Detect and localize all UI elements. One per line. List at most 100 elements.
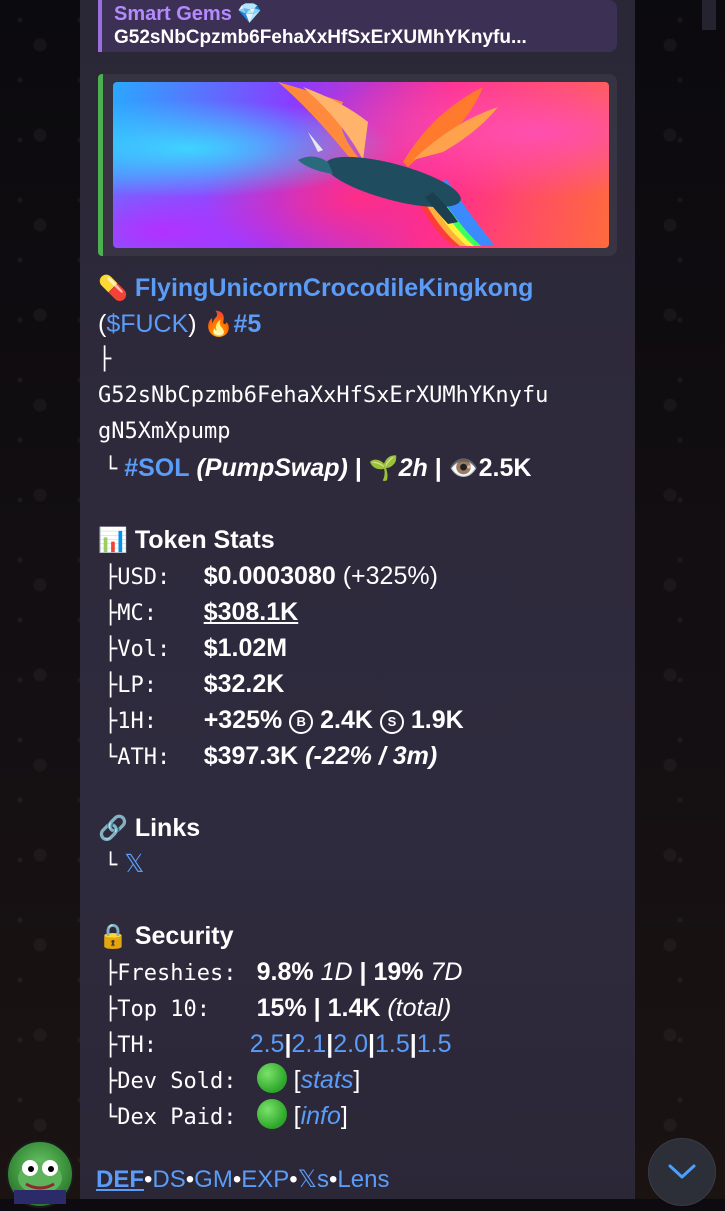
top-holder-link[interactable]: 2.0 xyxy=(333,1030,368,1058)
bottom-link[interactable]: GM xyxy=(194,1166,233,1193)
stat-value: $32.2K xyxy=(203,670,285,698)
link-preview[interactable] xyxy=(98,74,617,256)
tree-branch: └ xyxy=(104,853,118,878)
x-link[interactable]: 𝕏 xyxy=(124,850,144,878)
rank-hashtag[interactable]: #5 xyxy=(233,310,261,338)
dexpaid-key: Dex Paid: xyxy=(117,1105,250,1130)
tree-branch: ├ xyxy=(98,347,112,372)
tree-branch: └ xyxy=(104,457,118,482)
separator: | xyxy=(313,994,321,1022)
stats-row: ├MC: $308.1K xyxy=(98,594,617,630)
sell-icon: S xyxy=(379,710,404,734)
message-bubble: Smart Gems 💎 G52sNbCpzmb6FehaXxHfSxErXUM… xyxy=(80,0,716,1199)
stats-row: ├USD: $0.0003080 (+325%) xyxy=(98,558,617,594)
stat-extra: (+325%) xyxy=(335,562,438,590)
tree-branch: ├ xyxy=(104,637,118,662)
ticker-link[interactable]: $FUCK xyxy=(106,310,188,338)
stat-value: +325% xyxy=(203,706,283,734)
chevron-down-icon xyxy=(668,1164,696,1179)
stats-row: ├1H: +325% B 2.4K S 1.9K xyxy=(98,702,617,738)
token-title-row: 💊 FlyingUnicornCrocodileKingkong xyxy=(98,270,617,306)
bullet-separator: • xyxy=(289,1166,298,1193)
freshies-1d-value: 9.8% xyxy=(256,958,314,986)
bottom-link[interactable]: DS xyxy=(152,1166,185,1193)
chain-hashtag[interactable]: #SOL xyxy=(124,454,189,482)
buy-volume: 2.4K xyxy=(320,706,373,734)
green-circle-icon xyxy=(256,1063,287,1093)
bottom-link[interactable]: DEF xyxy=(96,1166,144,1193)
tree-branch: ├ xyxy=(104,1069,118,1094)
token-name-link[interactable]: FlyingUnicornCrocodileKingkong xyxy=(135,274,534,302)
tree-branch: └ xyxy=(104,1105,118,1130)
contract-address-line1[interactable]: G52sNbCpzmb6FehaXxHfSxErXUMhYKnyfu xyxy=(98,378,617,414)
tree-branch: ├ xyxy=(104,673,118,698)
devsold-key: Dev Sold: xyxy=(117,1069,250,1094)
top-holder-link[interactable]: 1.5 xyxy=(417,1030,452,1058)
top10-total-label: (total) xyxy=(387,994,452,1022)
security-header: 🔒 Security xyxy=(98,918,617,954)
bracket-close: ] xyxy=(340,1102,348,1130)
separator: | xyxy=(434,454,442,482)
security-dexpaid-row: └Dex Paid: [info] xyxy=(98,1098,617,1134)
security-th-row: ├TH: 2.5|2.1|2.0|1.5|1.5 xyxy=(98,1026,617,1062)
stats-header-label: Token Stats xyxy=(134,526,275,554)
tree-branch: ├ xyxy=(104,997,118,1022)
stat-key: Vol: xyxy=(117,637,197,662)
bottom-link[interactable]: EXP xyxy=(241,1166,289,1193)
dex-info-link[interactable]: info xyxy=(301,1102,341,1130)
stat-key: ATH: xyxy=(117,745,197,770)
stat-value[interactable]: $308.1K xyxy=(204,598,299,626)
stat-value: $397.3K xyxy=(203,742,299,770)
dev-stats-link[interactable]: stats xyxy=(301,1066,354,1094)
bullet-separator: • xyxy=(232,1166,242,1193)
stat-key: USD: xyxy=(117,565,197,590)
bottom-link[interactable]: Lens xyxy=(337,1166,389,1193)
separator: | xyxy=(359,958,367,986)
tree-branch: ├ xyxy=(104,601,118,626)
lock-icon: 🔒 xyxy=(98,923,128,950)
bracket-open: [ xyxy=(293,1102,301,1130)
frog-face-icon xyxy=(14,1160,66,1204)
separator: | xyxy=(354,454,362,482)
stats-row: └ATH: $397.3K (-22% / 3m) xyxy=(98,738,617,774)
message-text: 💊 FlyingUnicornCrocodileKingkong ($FUCK)… xyxy=(98,270,617,1134)
stats-header: 📊 Token Stats xyxy=(98,522,617,558)
separator: | xyxy=(368,1030,375,1058)
stat-value: $1.02M xyxy=(203,634,288,662)
security-top10-row: ├Top 10: 15% | 1.4K (total) xyxy=(98,990,617,1026)
separator: | xyxy=(409,1030,417,1058)
stat-extra: (-22% / 3m) xyxy=(298,742,438,770)
stat-key: LP: xyxy=(117,673,197,698)
top-holder-link[interactable]: 2.5 xyxy=(250,1030,285,1058)
tree-branch: ├ xyxy=(104,1033,118,1058)
tree-branch: └ xyxy=(104,745,118,770)
tree-branch: ├ xyxy=(104,565,118,590)
bottom-links-row: DEF•DS•GM•EXP•𝕏s•Lens xyxy=(96,1165,389,1194)
links-row: └ 𝕏 xyxy=(98,846,617,882)
scroll-to-bottom-button[interactable] xyxy=(648,1138,716,1206)
stat-key: MC: xyxy=(117,601,197,626)
eye-icon: 👁️ xyxy=(448,455,479,482)
top-holder-link[interactable]: 2.1 xyxy=(291,1030,326,1058)
fire-icon: 🔥 xyxy=(203,311,234,338)
security-freshies-row: ├Freshies: 9.8% 1D | 19% 7D xyxy=(98,954,617,990)
contract-address-line2[interactable]: gN5XmXpump xyxy=(98,414,617,450)
link-icon: 🔗 xyxy=(98,815,128,842)
security-header-label: Security xyxy=(134,922,234,950)
top-holder-link[interactable]: 1.5 xyxy=(375,1030,410,1058)
reply-quote[interactable]: Smart Gems 💎 G52sNbCpzmb6FehaXxHfSxErXUM… xyxy=(98,0,617,52)
security-devsold-row: ├Dev Sold: [stats] xyxy=(98,1062,617,1098)
bottom-link[interactable]: 𝕏s xyxy=(298,1166,329,1193)
token-banner-image[interactable] xyxy=(113,82,609,248)
pepe-avatar[interactable] xyxy=(6,1140,74,1208)
freshies-7d-label: 7D xyxy=(430,958,463,986)
top10-pct: 15% xyxy=(256,994,307,1022)
stats-row: ├LP: $32.2K xyxy=(98,666,617,702)
reply-quote-title: Smart Gems 💎 xyxy=(114,3,263,25)
dex-name: (PumpSwap) xyxy=(196,454,348,482)
top10-total: 1.4K xyxy=(327,994,381,1022)
token-age: 2h xyxy=(398,454,428,482)
